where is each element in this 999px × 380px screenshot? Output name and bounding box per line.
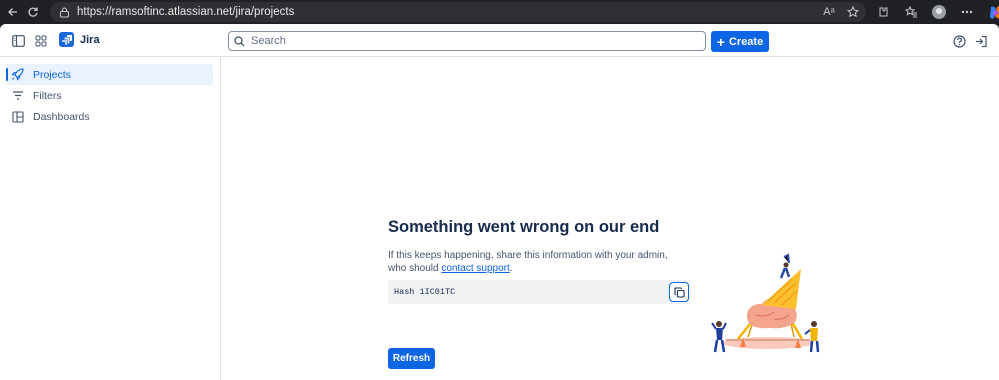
favorites-icon[interactable] <box>901 2 921 22</box>
back-icon[interactable] <box>2 1 24 23</box>
error-title: Something went wrong on our end <box>388 218 660 236</box>
copy-button[interactable] <box>669 282 689 302</box>
help-icon[interactable] <box>950 32 968 50</box>
jira-logo-icon <box>59 32 74 47</box>
sidebar: Projects Filters Dashboards <box>0 58 221 380</box>
app-switcher-icon[interactable] <box>32 32 50 50</box>
sidebar-item-label: Projects <box>33 68 71 81</box>
app-name: Jira <box>80 33 100 46</box>
address-bar[interactable]: https://ramsoftinc.atlassian.net/jira/pr… <box>50 2 866 22</box>
sign-in-icon[interactable] <box>972 32 990 50</box>
browser-toolbar: https://ramsoftinc.atlassian.net/jira/pr… <box>0 0 999 24</box>
search-field[interactable] <box>228 31 706 51</box>
plus-icon: + <box>716 33 725 50</box>
extensions-icon[interactable] <box>873 2 893 22</box>
top-navigation: Jira + Create <box>0 24 999 57</box>
jira-logo[interactable]: Jira <box>59 32 100 47</box>
read-aloud-icon[interactable]: Aᵃ <box>822 5 836 19</box>
hash-code-box: Hash 1IC01TC <box>388 280 691 304</box>
refresh-button[interactable]: Refresh <box>388 348 435 369</box>
create-button[interactable]: + Create <box>711 31 769 52</box>
more-menu-icon[interactable] <box>957 2 977 22</box>
favorite-star-icon[interactable] <box>846 5 860 19</box>
error-illustration <box>708 243 838 375</box>
hash-text: Hash 1IC01TC <box>394 287 456 297</box>
reload-icon[interactable] <box>22 1 44 23</box>
search-input[interactable] <box>251 35 691 47</box>
error-description-end: . <box>509 263 513 274</box>
sidebar-item-label: Filters <box>33 89 62 102</box>
filter-icon <box>11 89 24 102</box>
contact-support-link[interactable]: contact support <box>441 263 509 274</box>
dashboard-icon <box>11 110 24 123</box>
error-description: If this keeps happening, share this info… <box>388 249 688 275</box>
sidebar-item-dashboards[interactable]: Dashboards <box>6 106 213 127</box>
sidebar-item-filters[interactable]: Filters <box>6 85 213 106</box>
main-content: Something went wrong on our end If this … <box>222 58 999 380</box>
profile-avatar-icon[interactable] <box>929 2 949 22</box>
copy-icon <box>673 286 685 298</box>
sidebar-toggle-icon[interactable] <box>9 32 27 50</box>
jira-app: Jira + Create Projects <box>0 24 999 380</box>
copilot-icon[interactable] <box>985 2 999 22</box>
sidebar-item-projects[interactable]: Projects <box>6 64 213 85</box>
create-button-label: Create <box>728 35 764 48</box>
rocket-icon <box>11 68 24 81</box>
sidebar-item-label: Dashboards <box>33 110 90 123</box>
site-info-icon[interactable] <box>58 6 70 18</box>
search-icon <box>234 35 246 47</box>
error-description-text: If this keeps happening, share this info… <box>388 250 668 274</box>
address-url[interactable]: https://ramsoftinc.atlassian.net/jira/pr… <box>77 6 294 18</box>
